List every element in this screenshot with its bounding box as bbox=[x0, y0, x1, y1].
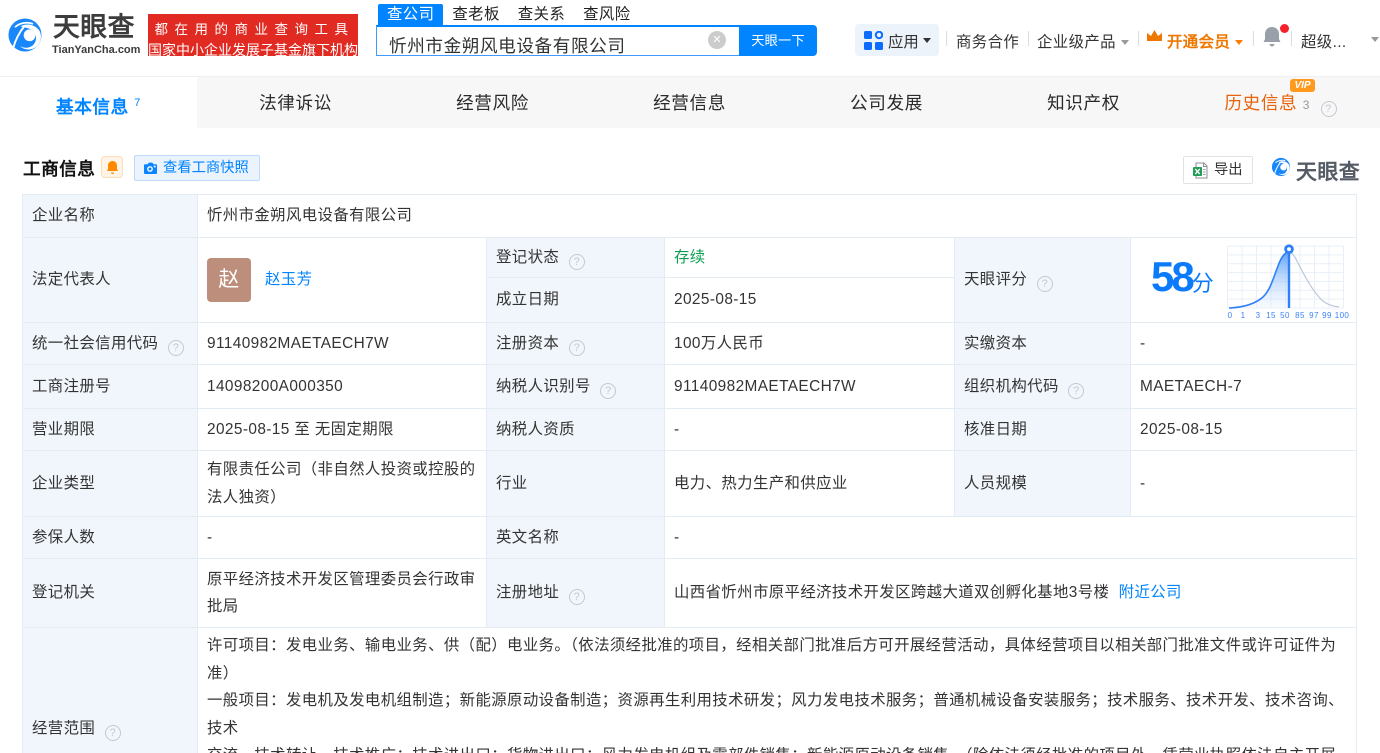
svg-text:1: 1 bbox=[1241, 311, 1246, 320]
svg-text:50: 50 bbox=[1280, 311, 1290, 320]
svg-text:15: 15 bbox=[1266, 311, 1276, 320]
svg-text:0: 0 bbox=[1228, 311, 1233, 320]
svg-text:97: 97 bbox=[1309, 311, 1319, 320]
svg-text:100: 100 bbox=[1335, 311, 1350, 320]
svg-text:3: 3 bbox=[1256, 311, 1261, 320]
svg-text:99: 99 bbox=[1322, 311, 1332, 320]
svg-text:85: 85 bbox=[1295, 311, 1305, 320]
